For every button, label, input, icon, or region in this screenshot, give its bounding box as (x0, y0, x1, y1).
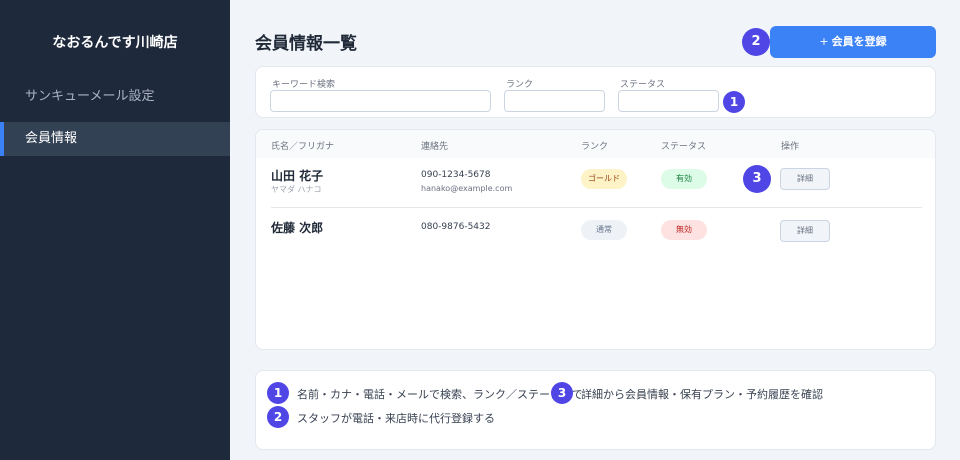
member-kana: ヤマダ ハナコ (271, 185, 322, 194)
note-text-2: スタッフが電話・来店時に代行登録する (297, 412, 495, 425)
member-phone: 090-1234-5678 (421, 170, 491, 180)
register-member-label: 会員を登録 (831, 35, 887, 48)
rank-badge: 通常 (581, 220, 627, 240)
annotation-marker-3: 3 (743, 165, 771, 193)
note-text-3: 詳細から会員情報・保有プラン・予約履歴を確認 (581, 386, 827, 402)
keyword-search-input[interactable] (270, 90, 491, 112)
detail-button[interactable]: 詳細 (780, 168, 830, 190)
column-header-actions: 操作 (781, 142, 800, 152)
rank-filter-select[interactable] (504, 90, 605, 112)
note-marker-3: 3 (551, 382, 573, 404)
detail-button[interactable]: 詳細 (780, 220, 830, 242)
member-name: 山田 花子 (271, 169, 324, 183)
annotation-marker-1: 1 (723, 91, 745, 113)
keyword-search-label: キーワード検索 (272, 80, 336, 90)
column-header-rank: ランク (581, 142, 609, 152)
register-member-button[interactable]: + 会員を登録 (770, 26, 936, 58)
table-header: 氏名／フリガナ 連絡先 ランク ステータス 操作 (256, 130, 935, 158)
sidebar-item-member-info[interactable]: 会員情報 (0, 122, 230, 156)
annotation-marker-2: 2 (742, 28, 770, 56)
status-badge: 有効 (661, 169, 707, 189)
rank-filter-label: ランク (506, 80, 534, 90)
column-header-status: ステータス (661, 142, 707, 152)
column-header-contact: 連絡先 (421, 142, 449, 152)
status-filter-label: ステータス (620, 80, 666, 90)
note-marker-2: 2 (267, 406, 289, 428)
rank-badge: ゴールド (581, 169, 627, 189)
status-badge: 無効 (661, 220, 707, 240)
sidebar-item-thankyou-mail[interactable]: サンキューメール設定 (0, 80, 230, 114)
member-phone: 080-9876-5432 (421, 222, 491, 232)
plus-icon: + (819, 35, 829, 48)
member-email: hanako@example.com (421, 184, 513, 193)
note-text-1: 名前・カナ・電話・メールで検索、ランク／ステータスで絞り込み (297, 388, 627, 401)
member-name: 佐藤 次郎 (271, 221, 324, 235)
notes-panel: 1 名前・カナ・電話・メールで検索、ランク／ステータスで絞り込み 2 スタッフが… (255, 370, 936, 450)
status-filter-select[interactable] (618, 90, 719, 112)
member-table: 氏名／フリガナ 連絡先 ランク ステータス 操作 山田 花子 ヤマダ ハナコ 0… (255, 129, 936, 350)
note-marker-1: 1 (267, 382, 289, 404)
column-header-name: 氏名／フリガナ (271, 142, 335, 152)
filter-panel: キーワード検索 ランク ステータス 1 (255, 66, 936, 118)
sidebar: なおるんです川崎店 サンキューメール設定 会員情報 (0, 0, 230, 460)
page-title: 会員情報一覧 (255, 34, 357, 54)
row-divider (271, 207, 922, 208)
store-name: なおるんです川崎店 (52, 35, 178, 51)
